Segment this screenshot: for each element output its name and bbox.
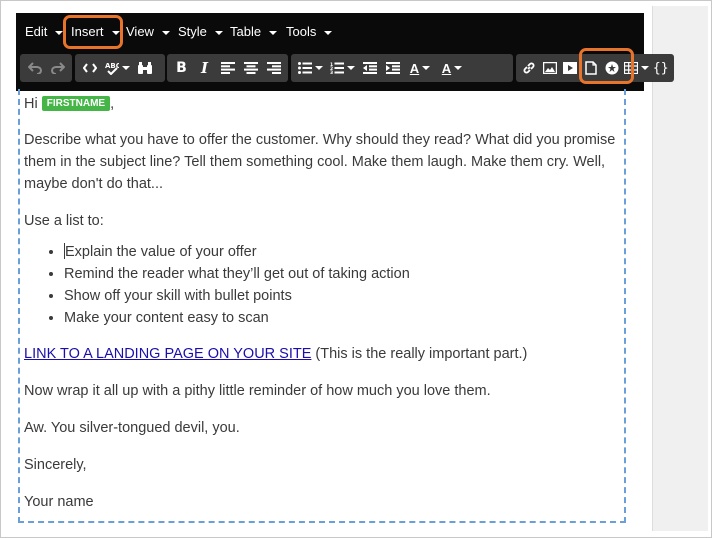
list-item: Remind the reader what they’ll get out o… bbox=[64, 263, 620, 285]
spellcheck-icon: ABC bbox=[105, 62, 119, 75]
toolbar: ABC B I 1 2 3 A A {} bbox=[16, 48, 674, 91]
image-icon bbox=[542, 62, 557, 74]
indent-button[interactable] bbox=[381, 56, 404, 80]
redo-button[interactable] bbox=[46, 56, 69, 80]
align-center-icon bbox=[243, 62, 258, 74]
chevron-down-icon bbox=[269, 30, 278, 35]
bold-icon: B bbox=[176, 60, 187, 76]
braces-icon: {} bbox=[652, 60, 669, 76]
bullet-list: Explain the value of your offer Remind t… bbox=[64, 241, 620, 329]
undo-button[interactable] bbox=[23, 56, 46, 80]
landing-page-link[interactable]: LINK TO A LANDING PAGE ON YOUR SITE bbox=[24, 346, 311, 362]
spellcheck-button[interactable]: ABC bbox=[101, 56, 133, 80]
chevron-down-icon bbox=[314, 66, 323, 70]
bold-button[interactable]: B bbox=[170, 56, 193, 80]
toolbar-group-code: ABC bbox=[75, 54, 165, 82]
outdent-icon bbox=[362, 62, 377, 74]
menu-table-label: Table bbox=[230, 24, 262, 39]
signature: Your name bbox=[24, 494, 94, 510]
chevron-down-icon bbox=[454, 66, 463, 70]
background-color-icon: A bbox=[441, 60, 452, 76]
aw-paragraph: Aw. You silver-tongued devil, you. bbox=[24, 420, 240, 436]
numbered-list-button[interactable]: 123 bbox=[326, 56, 358, 80]
chevron-down-icon bbox=[161, 30, 170, 35]
list-item: Make your content easy to scan bbox=[64, 307, 620, 329]
font-color-button[interactable]: A bbox=[404, 56, 436, 80]
chevron-down-icon bbox=[214, 30, 223, 35]
insert-link-button[interactable] bbox=[519, 56, 540, 80]
italic-button[interactable]: I bbox=[193, 56, 216, 80]
background-color-button[interactable]: A bbox=[436, 56, 468, 80]
menu-tools[interactable]: Tools bbox=[286, 13, 333, 51]
italic-icon: I bbox=[200, 59, 209, 77]
chevron-down-icon bbox=[346, 66, 355, 70]
chevron-down-icon bbox=[422, 66, 431, 70]
video-icon bbox=[563, 62, 578, 74]
editor-content[interactable]: Hi FIRSTNAME, Describe what you have to … bbox=[18, 89, 626, 523]
link-icon bbox=[523, 62, 535, 74]
redo-icon bbox=[50, 62, 65, 74]
menu-style[interactable]: Style bbox=[178, 13, 223, 51]
intro-paragraph: Describe what you have to offer the cust… bbox=[24, 132, 616, 192]
greeting-comma: , bbox=[110, 96, 115, 112]
align-right-icon bbox=[266, 62, 281, 74]
undo-icon bbox=[27, 62, 42, 74]
numbered-list-icon: 123 bbox=[330, 62, 344, 74]
menu-edit-label: Edit bbox=[25, 24, 48, 39]
rich-text-editor: Edit Insert View Style Table Tools ABC B… bbox=[16, 13, 674, 531]
merge-tag-badge[interactable]: FIRSTNAME bbox=[41, 96, 111, 111]
menu-view-label: View bbox=[126, 24, 154, 39]
binoculars-icon bbox=[137, 61, 152, 74]
align-left-button[interactable] bbox=[216, 56, 239, 80]
link-suffix: (This is the really important part.) bbox=[311, 346, 528, 362]
font-color-icon: A bbox=[409, 60, 420, 76]
chevron-down-icon bbox=[121, 66, 130, 70]
chevron-down-icon bbox=[324, 30, 333, 35]
menu-edit[interactable]: Edit bbox=[25, 13, 64, 51]
list-intro: Use a list to: bbox=[24, 213, 104, 229]
menu-view[interactable]: View bbox=[126, 13, 170, 51]
align-left-icon bbox=[220, 62, 235, 74]
code-icon bbox=[82, 63, 97, 73]
toolbar-group-lists: 123 A A bbox=[291, 54, 513, 82]
link-paragraph: LINK TO A LANDING PAGE ON YOUR SITE (Thi… bbox=[24, 343, 620, 365]
toolbar-group-format: B I bbox=[167, 54, 288, 82]
screenshot-frame: Edit Insert View Style Table Tools ABC B… bbox=[0, 0, 712, 538]
insert-video-button[interactable] bbox=[560, 56, 581, 80]
menu-tools-label: Tools bbox=[286, 24, 317, 39]
source-code-button[interactable]: {} bbox=[650, 56, 671, 80]
toolbar-group-history bbox=[20, 54, 72, 82]
insert-buttons-highlight bbox=[579, 48, 634, 84]
find-replace-button[interactable] bbox=[133, 56, 156, 80]
right-side-panel bbox=[652, 6, 708, 531]
greeting-line: Hi FIRSTNAME, bbox=[24, 93, 620, 115]
list-item: Explain the value of your offer bbox=[64, 241, 620, 263]
indent-icon bbox=[385, 62, 400, 74]
svg-text:3: 3 bbox=[330, 70, 333, 74]
insert-menu-highlight bbox=[63, 15, 123, 49]
insert-image-button[interactable] bbox=[540, 56, 561, 80]
bullet-list-icon bbox=[297, 62, 312, 74]
align-right-button[interactable] bbox=[262, 56, 285, 80]
signoff: Sincerely, bbox=[24, 457, 87, 473]
menu-style-label: Style bbox=[178, 24, 207, 39]
align-center-button[interactable] bbox=[239, 56, 262, 80]
menu-table[interactable]: Table bbox=[230, 13, 278, 51]
bullet-list-button[interactable] bbox=[294, 56, 326, 80]
greeting-text: Hi bbox=[24, 96, 38, 112]
chevron-down-icon bbox=[640, 66, 649, 70]
code-button[interactable] bbox=[78, 56, 101, 80]
list-item: Show off your skill with bullet points bbox=[64, 285, 620, 307]
wrap-paragraph: Now wrap it all up with a pithy little r… bbox=[24, 383, 491, 399]
outdent-button[interactable] bbox=[358, 56, 381, 80]
menubar: Edit Insert View Style Table Tools bbox=[16, 13, 644, 51]
